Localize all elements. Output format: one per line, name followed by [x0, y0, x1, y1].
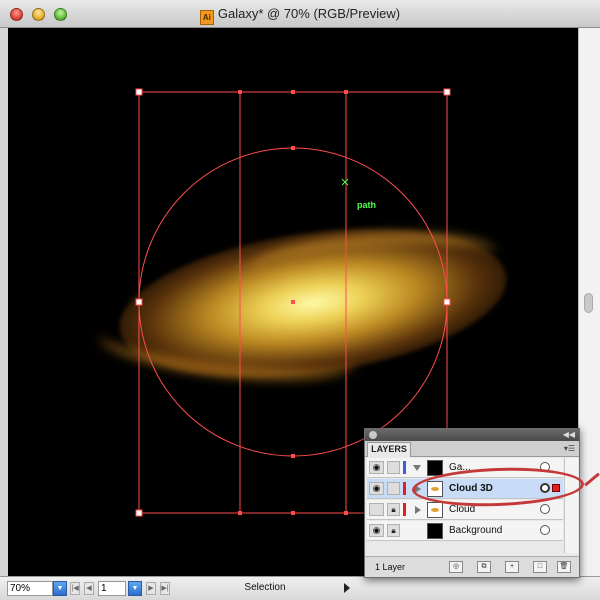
layer-row[interactable]: ◉ 🔒︎ Background: [367, 521, 563, 541]
layer-color-bar: [403, 482, 406, 495]
window-title-group: Ai Galaxy* @ 70% (RGB/Preview): [0, 6, 600, 25]
zoom-dropdown-button[interactable]: ▼: [53, 581, 67, 596]
current-tool-label[interactable]: Selection: [180, 582, 350, 593]
center-point[interactable]: [291, 300, 295, 304]
anchor-point[interactable]: [238, 90, 242, 94]
next-artboard-icon[interactable]: ▶: [146, 582, 156, 595]
visibility-eye-icon[interactable]: ◉: [369, 482, 384, 495]
anchor-point[interactable]: [291, 146, 295, 150]
status-menu-arrow-icon[interactable]: [344, 583, 350, 593]
new-sublayer-icon[interactable]: +: [505, 561, 519, 573]
resize-handle-bl[interactable]: [135, 509, 143, 517]
first-artboard-icon[interactable]: |◀: [70, 582, 80, 595]
path-cursor-marker: [341, 178, 349, 186]
window-title: Galaxy* @ 70% (RGB/Preview): [217, 6, 401, 21]
resize-handle-right[interactable]: [443, 298, 451, 306]
layer-thumbnail: [427, 502, 443, 518]
resize-handle-tr[interactable]: [443, 88, 451, 96]
expand-triangle-icon[interactable]: [413, 465, 421, 471]
lock-toggle[interactable]: [387, 482, 400, 495]
status-bar: 70% ▼ |◀ ◀ 1 ▼ ▶ ▶| Selection: [0, 576, 600, 600]
target-circle-icon[interactable]: [540, 504, 550, 514]
zoom-field[interactable]: 70%: [7, 581, 53, 596]
vertical-scroll-thumb[interactable]: [584, 293, 593, 313]
layer-color-bar: [403, 461, 406, 474]
anchor-point[interactable]: [344, 511, 348, 515]
lock-icon[interactable]: 🔒︎: [387, 503, 400, 516]
visibility-eye-icon[interactable]: [369, 503, 384, 516]
target-circle-icon[interactable]: [540, 525, 550, 535]
locate-object-icon[interactable]: ◎: [449, 561, 463, 573]
tab-layers[interactable]: LAYERS: [367, 442, 411, 457]
last-artboard-icon[interactable]: ▶|: [160, 582, 170, 595]
anchor-point[interactable]: [291, 90, 295, 94]
vertical-scrollbar[interactable]: [578, 28, 600, 576]
make-clipping-mask-icon[interactable]: ⧉: [477, 561, 491, 573]
lock-toggle[interactable]: [387, 461, 400, 474]
new-layer-icon[interactable]: □: [533, 561, 547, 573]
panel-header: ◀◀: [365, 429, 579, 441]
prev-artboard-icon[interactable]: ◀: [84, 582, 94, 595]
anchor-point[interactable]: [291, 511, 295, 515]
visibility-eye-icon[interactable]: ◉: [369, 524, 384, 537]
resize-handle-tl[interactable]: [135, 88, 143, 96]
title-bar: Ai Galaxy* @ 70% (RGB/Preview): [0, 0, 600, 28]
illustrator-window: Ai Galaxy* @ 70% (RGB/Preview) path 70% …: [0, 0, 600, 600]
anchor-point[interactable]: [291, 454, 295, 458]
anchor-point[interactable]: [238, 511, 242, 515]
lock-icon[interactable]: 🔒︎: [387, 524, 400, 537]
panel-collapse-icon[interactable]: ◀◀: [563, 430, 575, 439]
layer-color-bar: [403, 503, 406, 516]
layer-thumbnail: [427, 523, 443, 539]
delete-layer-icon[interactable]: 🗑︎: [557, 561, 571, 573]
illustrator-document-icon: Ai: [199, 10, 214, 25]
artboard-dropdown-button[interactable]: ▼: [128, 581, 142, 596]
panel-close-icon[interactable]: [369, 431, 377, 439]
visibility-eye-icon[interactable]: ◉: [369, 461, 384, 474]
layer-count: 1 Layer: [375, 562, 406, 572]
resize-handle-left[interactable]: [135, 298, 143, 306]
panel-tab-row: LAYERS ▾☰: [365, 441, 579, 457]
artboard-number-field[interactable]: 1: [98, 581, 126, 596]
smart-guide-path-label: path: [357, 200, 376, 210]
expand-triangle-icon[interactable]: [415, 506, 421, 514]
anchor-point[interactable]: [344, 90, 348, 94]
layer-name[interactable]: Background: [449, 525, 502, 536]
panel-menu-icon[interactable]: ▾☰: [564, 444, 575, 453]
panel-footer: 1 Layer ◎ ⧉ + □ 🗑︎: [365, 556, 579, 577]
